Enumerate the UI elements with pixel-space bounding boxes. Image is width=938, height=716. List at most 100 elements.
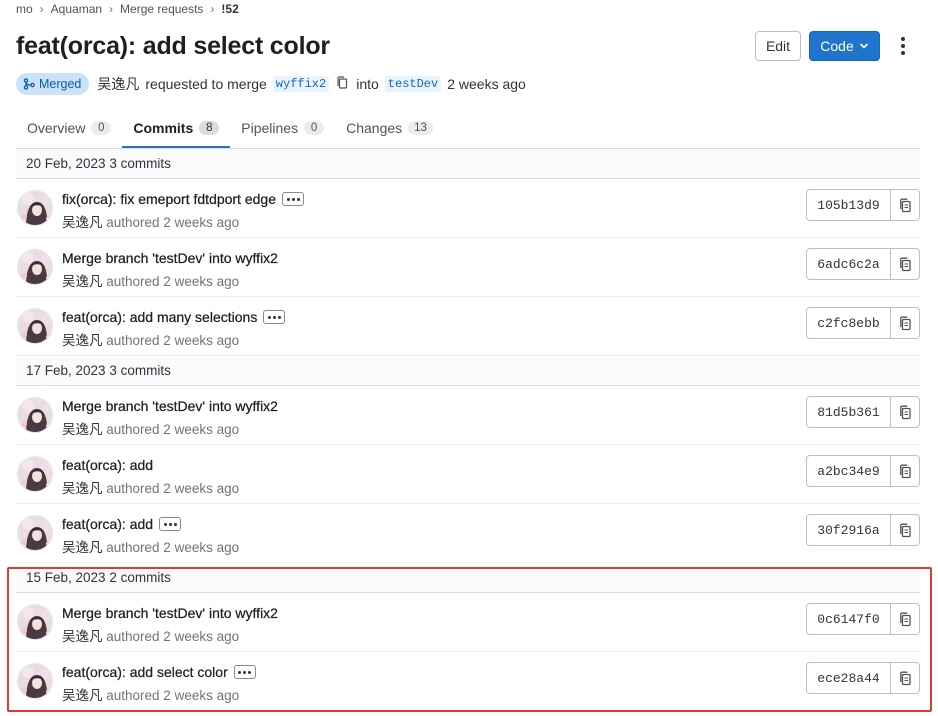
tab-count-badge: 0 xyxy=(91,121,112,135)
commit-author[interactable]: 吴逸凡 xyxy=(62,333,103,348)
commit-author[interactable]: 吴逸凡 xyxy=(62,422,103,437)
code-button-label: Code xyxy=(820,38,854,54)
commit-title-link[interactable]: feat(orca): add select color xyxy=(62,664,228,680)
tab-pipelines[interactable]: Pipelines 0 xyxy=(230,108,335,148)
commit-meta: 吴逸凡 authored 2 weeks ago xyxy=(62,270,239,290)
code-dropdown-button[interactable]: Code xyxy=(809,31,880,61)
breadcrumb-item-current[interactable]: !52 xyxy=(221,2,238,16)
commit-title-link[interactable]: Merge branch 'testDev' into wyffix2 xyxy=(62,398,278,414)
edit-button[interactable]: Edit xyxy=(755,31,801,61)
commit-sha-group: a2bc34e9 xyxy=(806,455,920,487)
avatar[interactable] xyxy=(17,308,53,344)
commit-row: Merge branch 'testDev' into wyffix2 吴逸凡 a… xyxy=(16,238,920,297)
commit-title-link[interactable]: feat(orca): add xyxy=(62,516,153,532)
commit-author[interactable]: 吴逸凡 xyxy=(62,688,103,703)
author-name[interactable]: 吴逸凡 xyxy=(97,74,139,94)
merge-icon xyxy=(23,78,35,90)
copy-sha-icon[interactable] xyxy=(891,189,920,221)
tab-changes[interactable]: Changes 13 xyxy=(335,108,444,148)
avatar[interactable] xyxy=(17,456,53,492)
copy-sha-icon[interactable] xyxy=(891,396,920,428)
breadcrumb: mo › Aquaman › Merge requests › !52 xyxy=(16,0,239,18)
commit-meta: 吴逸凡 authored 2 weeks ago xyxy=(62,625,239,645)
commit-row: fix(orca): fix emeport fdtdport edge 吴逸凡 … xyxy=(16,179,920,238)
tab-label: Overview xyxy=(27,120,86,136)
avatar[interactable] xyxy=(17,663,53,699)
avatar[interactable] xyxy=(17,249,53,285)
tab-label: Pipelines xyxy=(241,120,299,136)
tab-label: Changes xyxy=(346,120,403,136)
commit-sha-group: 105b13d9 xyxy=(806,189,920,221)
commit-title: feat(orca): add xyxy=(62,516,182,532)
avatar[interactable] xyxy=(17,190,53,226)
tab-commits[interactable]: Commits 8 xyxy=(122,108,231,148)
copy-sha-icon[interactable] xyxy=(891,248,920,280)
commit-date-header: 17 Feb, 2023 3 commits xyxy=(16,356,920,386)
commit-sha-button[interactable]: ece28a44 xyxy=(806,662,891,694)
status-badge: Merged xyxy=(16,73,90,95)
commit-title: feat(orca): add select color xyxy=(62,664,256,680)
commit-sha-group: 30f2916a xyxy=(806,514,920,546)
breadcrumb-item-merge-requests[interactable]: Merge requests xyxy=(120,2,203,16)
commit-sha-group: c2fc8ebb xyxy=(806,307,920,339)
commit-sha-group: 6adc6c2a xyxy=(806,248,920,280)
commit-title-link[interactable]: feat(orca): add many selections xyxy=(62,309,258,325)
commit-sha-button[interactable]: c2fc8ebb xyxy=(806,307,891,339)
commit-meta: 吴逸凡 authored 2 weeks ago xyxy=(62,329,239,349)
commit-sha-button[interactable]: 81d5b361 xyxy=(806,396,891,428)
target-branch[interactable]: testDev xyxy=(384,76,442,92)
toggle-commit-description-icon[interactable] xyxy=(282,192,304,206)
page-title: feat(orca): add select color xyxy=(16,32,330,60)
commit-author[interactable]: 吴逸凡 xyxy=(62,540,103,555)
breadcrumb-separator: › xyxy=(210,2,215,16)
commit-sha-button[interactable]: 0c6147f0 xyxy=(806,603,891,635)
source-branch[interactable]: wyffix2 xyxy=(272,76,330,92)
commit-sha-button[interactable]: 30f2916a xyxy=(806,514,891,546)
copy-sha-icon[interactable] xyxy=(891,603,920,635)
commit-meta: 吴逸凡 authored 2 weeks ago xyxy=(62,536,239,556)
commit-row: feat(orca): add many selections 吴逸凡 autho… xyxy=(16,297,920,356)
commit-title-link[interactable]: fix(orca): fix emeport fdtdport edge xyxy=(62,191,276,207)
commit-author[interactable]: 吴逸凡 xyxy=(62,215,103,230)
commit-sha-group: 81d5b361 xyxy=(806,396,920,428)
chevron-down-icon xyxy=(859,43,868,49)
copy-sha-icon[interactable] xyxy=(891,455,920,487)
commit-sha-button[interactable]: 6adc6c2a xyxy=(806,248,891,280)
commit-row: feat(orca): add select color 吴逸凡 authored… xyxy=(16,652,920,711)
commit-author[interactable]: 吴逸凡 xyxy=(62,481,103,496)
tab-overview[interactable]: Overview 0 xyxy=(16,108,122,148)
breadcrumb-item-group[interactable]: mo xyxy=(16,2,33,16)
toggle-commit-description-icon[interactable] xyxy=(233,665,256,679)
breadcrumb-item-project[interactable]: Aquaman xyxy=(51,2,102,16)
commit-title: Merge branch 'testDev' into wyffix2 xyxy=(62,250,278,266)
copy-sha-icon[interactable] xyxy=(891,514,920,546)
commit-title-link[interactable]: Merge branch 'testDev' into wyffix2 xyxy=(62,605,278,621)
toggle-commit-description-icon[interactable] xyxy=(159,517,182,531)
copy-branch-icon[interactable] xyxy=(336,75,349,93)
commit-author[interactable]: 吴逸凡 xyxy=(62,274,103,289)
commit-list: 20 Feb, 2023 3 commits fix(orca): fix eme… xyxy=(16,149,920,711)
tab-count-badge: 13 xyxy=(408,121,433,135)
header-actions: Edit Code xyxy=(755,31,918,61)
commit-authored-time: authored 2 weeks ago xyxy=(106,422,240,437)
avatar[interactable] xyxy=(17,515,53,551)
commit-sha-button[interactable]: a2bc34e9 xyxy=(806,455,891,487)
breadcrumb-separator: › xyxy=(39,2,44,16)
avatar[interactable] xyxy=(17,604,53,640)
commit-authored-time: authored 2 weeks ago xyxy=(106,540,240,555)
commit-title-link[interactable]: feat(orca): add xyxy=(62,457,153,473)
more-actions-icon[interactable] xyxy=(888,37,918,55)
avatar[interactable] xyxy=(17,397,53,433)
copy-sha-icon[interactable] xyxy=(891,662,920,694)
commit-meta: 吴逸凡 authored 2 weeks ago xyxy=(62,684,239,704)
commit-author[interactable]: 吴逸凡 xyxy=(62,629,103,644)
merge-request-tabs: Overview 0 Commits 8 Pipelines 0 Changes… xyxy=(16,108,920,149)
tab-label: Commits xyxy=(133,120,194,136)
commit-sha-button[interactable]: 105b13d9 xyxy=(806,189,891,221)
toggle-commit-description-icon[interactable] xyxy=(263,310,286,324)
commit-sha-group: ece28a44 xyxy=(806,662,920,694)
copy-sha-icon[interactable] xyxy=(891,307,920,339)
commit-meta: 吴逸凡 authored 2 weeks ago xyxy=(62,477,239,497)
requested-text: requested to merge xyxy=(145,76,267,92)
commit-title-link[interactable]: Merge branch 'testDev' into wyffix2 xyxy=(62,250,278,266)
